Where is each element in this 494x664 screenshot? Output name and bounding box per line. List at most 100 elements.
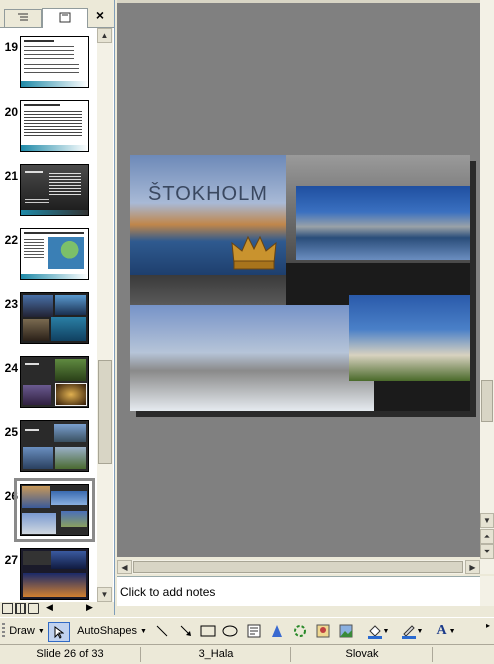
close-pane-button[interactable]: × [92,7,108,23]
slide-thumbnail-21[interactable] [20,164,89,216]
slide-sorter-view-icon[interactable] [15,603,26,614]
scroll-right-icon[interactable]: ▶ [86,602,93,613]
slide-number: 19 [4,40,18,54]
stockholm-photo: ŠTOKHOLM [130,155,286,275]
tab-slides[interactable] [42,8,88,28]
thumb-photo [51,491,87,505]
slide-thumbnail-20[interactable] [20,100,89,152]
slideshow-view-icon[interactable] [28,603,39,614]
thumb-photo [55,359,86,381]
clipart-button[interactable] [313,622,333,640]
chevron-down-icon: ▼ [448,627,456,635]
thumb-photo [51,317,86,341]
previous-slide-button[interactable]: ⏶ [480,529,494,544]
city-winter-photo [130,305,374,411]
thumbnail-scrollbar[interactable]: ▲ ▼ [97,28,113,602]
slide-thumbnail-26[interactable] [14,478,95,542]
slide-thumbnail-25[interactable] [20,420,89,472]
slides-pane: × 19 20 21 22 23 24 25 26 27 ▲ ▼ ◀ ▶ [0,0,115,615]
harbor-photo [296,186,470,260]
arrow-tool-button[interactable] [176,622,196,640]
font-color-button[interactable]: A ▼ [432,622,460,640]
picture-icon [339,624,353,638]
toolbar-overflow-icon[interactable]: ▸ [486,621,492,641]
rectangle-tool-button[interactable] [198,622,218,640]
thumb-text-line [24,232,84,234]
diagram-button[interactable] [290,622,310,640]
scroll-left-button[interactable]: ◀ [117,560,132,574]
slide-thumbnail-23[interactable] [20,292,89,344]
notes-pane[interactable]: Click to add notes [117,576,480,607]
wordart-button[interactable] [267,622,287,640]
thumb-decoration [21,145,88,151]
thumb-text-block [24,64,79,76]
notes-placeholder[interactable]: Click to add notes [120,585,215,599]
thumb-text-line [25,363,39,365]
scroll-down-button[interactable]: ▼ [97,587,112,602]
thumb-text-block [24,46,74,60]
slide-thumbnail-22[interactable] [20,228,89,280]
thumb-text-block [49,173,81,195]
horizontal-scrollbar[interactable]: ◀ ▶ [117,560,494,574]
notes-bottom-edge [117,606,494,616]
wordart-icon [272,625,282,637]
diagram-icon [294,625,306,637]
scroll-up-button[interactable]: ▲ [97,28,112,43]
current-slide[interactable]: ŠTOKHOLM [130,155,470,411]
insert-picture-button[interactable] [336,622,356,640]
thumb-photo [23,385,51,405]
notes-scrollbar[interactable] [480,576,494,606]
fill-color-button[interactable]: ▼ [364,622,392,640]
thumb-text-block [24,111,82,137]
thumb-photo [23,447,53,469]
rectangle-icon [200,625,216,637]
scrollbar-thumb[interactable] [481,380,493,422]
slide-thumbnail-27[interactable] [20,548,89,600]
next-slide-button[interactable]: ⏷ [480,544,494,559]
design-name: 3_Hala [142,647,291,662]
chevron-down-icon: ▼ [382,627,390,635]
view-buttons: ◀ ▶ [0,602,114,615]
thumb-photo [55,295,86,315]
oval-tool-button[interactable] [220,622,240,640]
line-color-button[interactable]: ▼ [398,622,426,640]
normal-view-icon[interactable] [2,603,13,614]
top-edge [117,0,480,3]
slide-number: 27 [4,553,18,567]
thumb-decoration [21,81,88,87]
line-icon [156,625,168,637]
tab-outline[interactable] [4,9,42,27]
paint-bucket-icon [367,625,382,639]
pointer-icon [54,625,64,639]
slide-thumbnail-19[interactable] [20,36,89,88]
thumb-text-block [25,199,49,205]
slide-thumbnail-24[interactable] [20,356,89,408]
thumb-photo [22,486,50,508]
textbox-tool-button[interactable] [244,622,264,640]
status-bar: Slide 26 of 33 3_Hala Slovak [0,644,494,664]
scrollbar-thumb[interactable] [98,360,112,464]
slides-tab-icon [59,12,71,26]
thumb-text-line [25,429,39,431]
draw-menu-button[interactable]: Draw ▼ [8,622,46,640]
clipart-icon [316,624,330,638]
thumb-text-line [25,171,43,173]
scroll-left-icon[interactable]: ◀ [46,602,53,613]
palace-photo [349,295,470,381]
textbox-icon [247,624,261,638]
slide-scrollbar[interactable]: ▼ ⏶ ⏷ [480,0,494,560]
chevron-down-icon: ▼ [37,627,45,635]
slide-background-panel [130,275,286,305]
chevron-down-icon: ▼ [416,627,424,635]
slide-number: 20 [4,105,18,119]
thumb-decoration [21,274,88,279]
slide-number: 23 [4,297,18,311]
chevron-down-icon: ▼ [140,627,147,635]
scrollbar-thumb[interactable] [133,561,463,573]
line-tool-button[interactable] [152,622,172,640]
autoshapes-menu-button[interactable]: AutoShapes ▼ [76,622,148,640]
select-objects-button[interactable] [48,622,70,642]
scroll-down-button[interactable]: ▼ [480,513,494,528]
scroll-right-button[interactable]: ▶ [465,560,480,574]
language: Slovak [292,647,433,662]
